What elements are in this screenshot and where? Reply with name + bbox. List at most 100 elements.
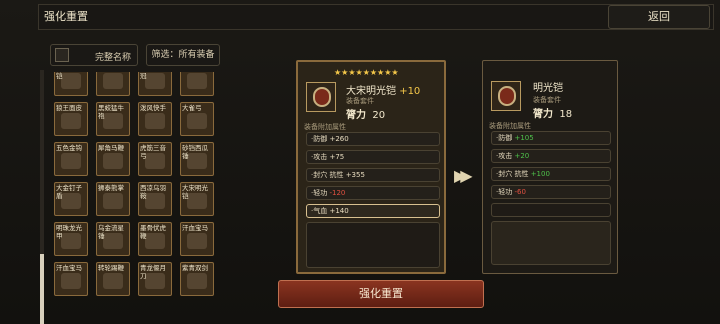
equipment-slot-label: 黑蛟猛牛袍 [98,104,124,120]
equipment-icon [61,113,81,129]
equipment-icon [187,273,207,289]
checkbox[interactable] [55,48,69,62]
equipment-slot-label: 西凉乌羽鞍 [140,184,166,200]
equipment-slot[interactable]: 大宋明光铠 [180,182,214,216]
equipment-slot[interactable]: 犀角马鞭 [96,142,130,176]
enhance-level: +10 [399,86,421,97]
equipment-icon [61,273,81,289]
equipment-slot[interactable]: 五色金钩 [54,142,88,176]
section-label: 装备附加属性 [489,122,531,130]
filter-button[interactable]: 筛选：所有装备 [146,44,220,66]
attribute-value: +355 [345,171,365,179]
arrow-icon: ▶▶ [454,166,472,185]
page-title: 强化重置 [44,10,88,23]
equipment-slot-label: 紫青双剑 [182,264,208,272]
equipment-slot-label: 乌金流星锤 [98,224,124,240]
equipment-slot[interactable]: 青龙偃月刀 [138,262,172,296]
equipment-slot[interactable]: 大雀弓 [180,102,214,136]
attribute-label: ·气血 [311,207,328,215]
equipment-name: 大宋明光铠 +10 [346,86,421,97]
equipment-icon [187,113,207,129]
equipment-grid: 大宋明光铠 秋水长天 凤翅紫金冠 鸳鸯钺狼王面皮 黑蛟猛牛袍 泼风快手 大雀弓五色金钩 犀角马… [52,72,222,324]
equipment-slot[interactable]: 凤翅紫金冠 [138,72,172,96]
attribute-row: ·封穴 抗性 +355 [306,168,440,182]
power-stat: 膂力 20 [346,110,386,121]
equipment-slot-label: 犀角马鞭 [98,144,124,152]
empty-attr-area [306,222,440,268]
attribute-label: ·封穴 抗性 [311,171,344,179]
equipment-slot[interactable]: 大金钉子盾 [54,182,88,216]
attribute-row: ·攻击 +20 [491,149,611,163]
equipment-slot-label: 大金钉子盾 [56,184,82,200]
rank-stars: ★★★★★★★★★ [334,68,399,77]
equipment-slot[interactable]: 黑蛟猛牛袍 [96,102,130,136]
equipment-icon [103,273,123,289]
attribute-label: ·攻击 [311,153,328,161]
attribute-label: ·轻功 [311,189,328,197]
equipment-slot-label: 青龙偃月刀 [140,264,166,280]
scrollbar-thumb[interactable] [40,254,44,324]
equipment-slot[interactable]: 墨骨伏虎鞭 [138,222,172,256]
attribute-value: +100 [530,170,550,178]
back-button[interactable]: 返回 [608,5,710,29]
equipment-icon [103,153,123,169]
section-label: 装备附加属性 [304,123,346,131]
armor-icon [491,81,521,111]
equipment-slot-label: 大宋明光铠 [56,72,63,80]
equipment-slot-label: 虎筋三音弓 [140,144,166,160]
power-stat: 膂力 18 [533,109,573,120]
show-full-name-toggle[interactable]: 完整名称 [50,44,138,66]
equipment-slot[interactable]: 秋水长天 [96,72,130,96]
attribute-label: ·封穴 抗性 [496,170,529,178]
attribute-value: +140 [329,207,349,215]
attribute-row: ·气血 +140 [306,204,440,218]
equipment-slot[interactable]: 狮泰熊掌 [96,182,130,216]
equipment-slot[interactable]: 虎筋三音弓 [138,142,172,176]
attribute-row: ·封穴 抗性 +100 [491,167,611,181]
equipment-slot-label: 明珠龙光甲 [56,224,82,240]
equipment-slot-label: 汗血宝马 [56,264,82,272]
attribute-row: ·攻击 +75 [306,150,440,164]
equipment-slot[interactable]: 泼风快手 [138,102,172,136]
current-equipment-card: ★★★★★★★★★ 大宋明光铠 +10 装备套件 膂力 20 装备附加属性 ·防… [296,60,446,274]
reset-preview-card: 明光铠 装备套件 膂力 18 装备附加属性 ·防御 +105 ·攻击 +20 ·封穴… [482,60,618,274]
equipment-slot-label: 砂铛西瓜锤 [182,144,208,160]
equipment-slot[interactable]: 大宋明光铠 [54,72,88,96]
equipment-slot[interactable]: 鸳鸯钺 [180,72,214,96]
enhance-reset-button[interactable]: 强化重置 [278,280,484,308]
empty-attr-area [491,221,611,265]
equipment-slot[interactable]: 汗血宝马 [54,262,88,296]
equipment-slot[interactable]: 砂铛西瓜锤 [180,142,214,176]
equipment-icon [187,233,207,249]
equipment-slot-label: 大雀弓 [182,104,202,112]
equipment-slot[interactable]: 狼王面皮 [54,102,88,136]
equipment-slot-label: 转轮踢鞭 [98,264,124,272]
equipment-slot-label: 五色金钩 [56,144,82,152]
equipment-slot-label: 狼王面皮 [56,104,82,112]
equipment-slot[interactable]: 汗血宝马 [180,222,214,256]
attribute-label: ·攻击 [496,152,513,160]
equipment-slot-label: 泼风快手 [140,104,166,112]
equipment-slot[interactable]: 转轮踢鞭 [96,262,130,296]
equipment-slot-label: 凤翅紫金冠 [140,72,147,80]
equipment-slot[interactable]: 西凉乌羽鞍 [138,182,172,216]
attribute-row: ·轻功 -60 [491,185,611,199]
attribute-value: +75 [329,153,345,161]
attribute-row: ·防御 +105 [491,131,611,145]
attribute-value: +260 [329,135,349,143]
equipment-icon [103,73,123,89]
equipment-icon [103,193,123,209]
equipment-slot-label: 汗血宝马 [182,224,208,232]
equipment-slot[interactable]: 乌金流星锤 [96,222,130,256]
equipment-slot-label: 狮泰熊掌 [98,184,124,192]
attribute-value: +105 [514,134,534,142]
equipment-slot[interactable]: 紫青双剑 [180,262,214,296]
equipment-icon [145,113,165,129]
armor-icon [306,82,336,112]
equipment-slot[interactable]: 明珠龙光甲 [54,222,88,256]
equipment-list-panel: 完整名称 筛选：所有装备 大宋明光铠 秋水长天 凤翅紫金冠 鸳鸯钺狼王面皮 黑蛟猛牛袍 泼… [40,40,226,324]
equipment-name: 明光铠 [533,83,563,94]
attribute-label: ·防御 [311,135,328,143]
equipment-slot-label: 大宋明光铠 [182,184,208,200]
attribute-value: -120 [329,189,346,197]
